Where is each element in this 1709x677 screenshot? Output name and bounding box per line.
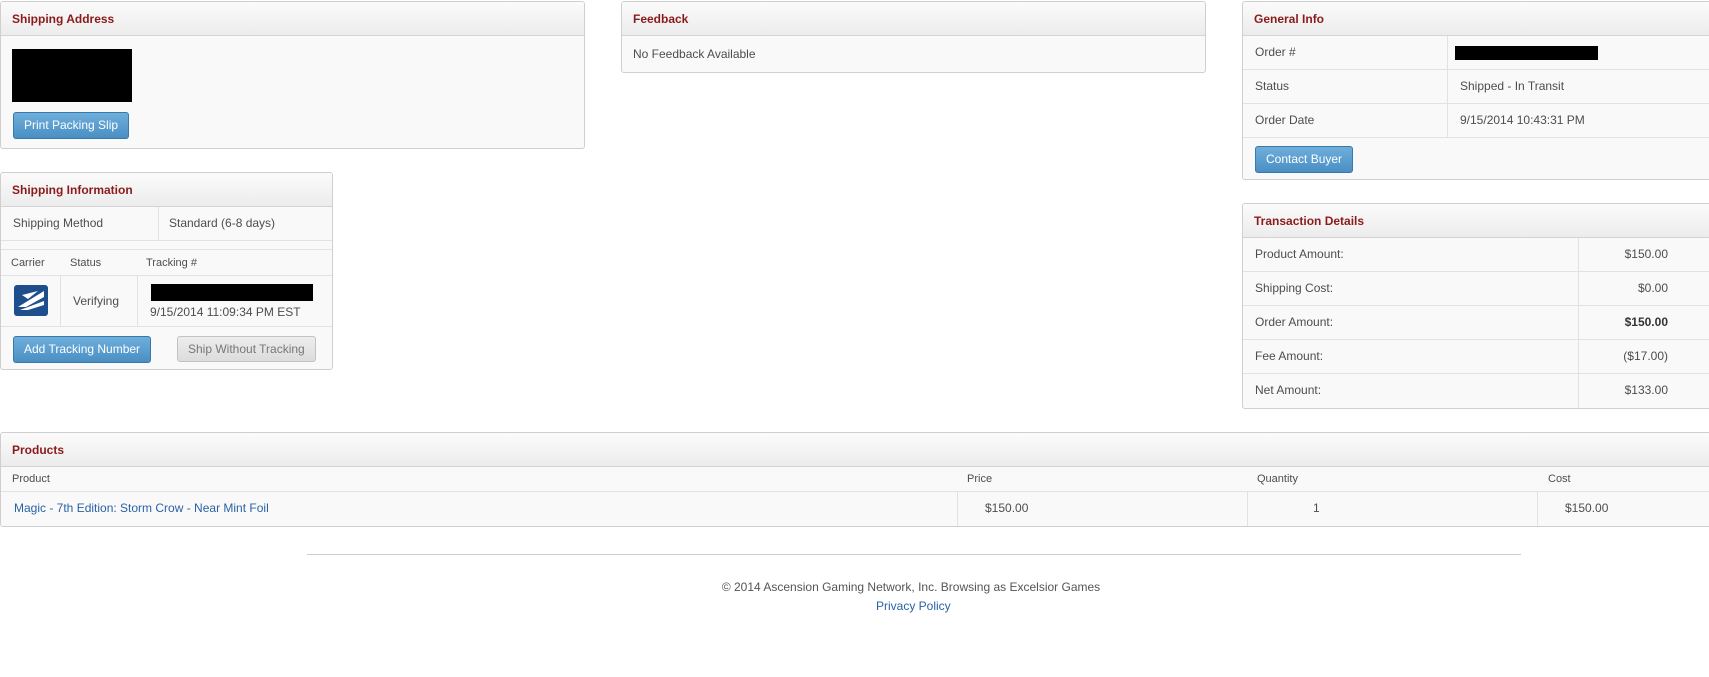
divider — [1447, 104, 1448, 137]
divider — [158, 207, 159, 240]
divider — [60, 276, 61, 326]
feedback-title: Feedback — [622, 2, 1205, 36]
general-info-title: General Info — [1243, 2, 1709, 36]
shipping-method-label: Shipping Method — [13, 216, 104, 230]
products-panel: Products Product Price Quantity Cost Mag… — [0, 432, 1709, 527]
print-packing-slip-button[interactable]: Print Packing Slip — [13, 112, 130, 139]
info-row-order-number: Order # — [1243, 36, 1709, 70]
col-quantity: Quantity — [1257, 473, 1298, 485]
product-quantity: 1 — [1313, 501, 1320, 515]
feedback-text: No Feedback Available — [633, 47, 756, 61]
divider — [1447, 70, 1448, 103]
transaction-value: $0.00 — [1637, 281, 1668, 295]
col-price: Price — [967, 473, 993, 485]
divider — [1578, 374, 1579, 408]
contact-buyer-button[interactable]: Contact Buyer — [1255, 146, 1354, 173]
info-value: Shipped - In Transit — [1460, 79, 1565, 93]
redacted-order-number — [1455, 46, 1598, 60]
info-row-status: Status Shipped - In Transit — [1243, 70, 1709, 104]
product-link[interactable]: Magic - 7th Edition: Storm Crow - Near M… — [14, 492, 269, 526]
product-price: $150.00 — [985, 501, 1029, 515]
add-tracking-number-button[interactable]: Add Tracking Number — [13, 336, 152, 363]
divider — [1578, 306, 1579, 339]
info-label: Order Date — [1255, 113, 1315, 127]
shipping-method-row: Shipping Method Standard (6-8 days) — [1, 207, 332, 241]
divider — [137, 276, 138, 326]
transaction-label: Net Amount: — [1255, 383, 1322, 397]
table-row: Magic - 7th Edition: Storm Crow - Near M… — [1, 492, 1709, 526]
col-carrier: Carrier — [11, 257, 45, 269]
divider — [957, 492, 958, 526]
shipping-address-title: Shipping Address — [1, 2, 584, 36]
products-title: Products — [1, 433, 1709, 467]
tracking-header-row: Carrier Status Tracking # — [1, 249, 332, 276]
info-value: 9/15/2014 10:43:31 PM — [1460, 113, 1585, 127]
tracking-date: 9/15/2014 11:09:34 PM EST — [150, 305, 301, 319]
divider — [1578, 340, 1579, 373]
divider — [1247, 492, 1248, 526]
shipping-method-value: Standard (6-8 days) — [169, 216, 276, 230]
transaction-label: Fee Amount: — [1255, 349, 1324, 363]
usps-eagle-icon — [14, 285, 48, 316]
footer-copyright: © 2014 Ascension Gaming Network, Inc. Br… — [721, 580, 1101, 594]
transaction-label: Shipping Cost: — [1255, 281, 1334, 295]
general-info-panel: General Info Order # Status Shipped - In… — [1242, 1, 1709, 180]
col-status: Status — [70, 257, 102, 269]
shipping-information-title: Shipping Information — [1, 173, 332, 207]
transaction-row-net-amount: Net Amount: $133.00 — [1243, 374, 1709, 408]
transaction-value: $133.00 — [1624, 383, 1668, 397]
redacted-tracking-number — [151, 284, 313, 301]
transaction-details-title: Transaction Details — [1243, 204, 1709, 238]
divider — [1578, 238, 1579, 271]
footer-divider — [307, 554, 1521, 555]
info-label: Order # — [1255, 45, 1296, 59]
products-header-row: Product Price Quantity Cost — [1, 467, 1709, 492]
product-cost: $150.00 — [1565, 501, 1609, 515]
transaction-value: ($17.00) — [1623, 349, 1668, 363]
ship-without-tracking-button[interactable]: Ship Without Tracking — [177, 336, 316, 362]
divider — [1447, 36, 1448, 69]
redacted-address — [12, 49, 132, 102]
info-row-order-date: Order Date 9/15/2014 10:43:31 PM — [1243, 104, 1709, 138]
transaction-label: Order Amount: — [1255, 315, 1334, 329]
transaction-row-product-amount: Product Amount: $150.00 — [1243, 238, 1709, 272]
info-label: Status — [1255, 79, 1290, 93]
transaction-row-fee-amount: Fee Amount: ($17.00) — [1243, 340, 1709, 374]
tracking-row: Verifying 9/15/2014 11:09:34 PM EST — [1, 276, 332, 327]
col-tracking: Tracking # — [146, 257, 197, 269]
transaction-value: $150.00 — [1624, 315, 1668, 329]
shipping-information-panel: Shipping Information Shipping Method Sta… — [0, 172, 333, 370]
transaction-details-panel: Transaction Details Product Amount: $150… — [1242, 203, 1709, 409]
tracking-status: Verifying — [73, 294, 120, 308]
transaction-row-order-amount: Order Amount: $150.00 — [1243, 306, 1709, 340]
col-product: Product — [12, 473, 50, 485]
privacy-policy-link[interactable]: Privacy Policy — [876, 599, 951, 613]
feedback-panel: Feedback No Feedback Available — [621, 1, 1206, 73]
divider — [1537, 492, 1538, 526]
transaction-row-shipping-cost: Shipping Cost: $0.00 — [1243, 272, 1709, 306]
transaction-label: Product Amount: — [1255, 247, 1344, 261]
transaction-value: $150.00 — [1624, 247, 1668, 261]
col-cost: Cost — [1548, 473, 1571, 485]
divider — [1578, 272, 1579, 305]
shipping-address-panel: Shipping Address Print Packing Slip — [0, 1, 585, 149]
